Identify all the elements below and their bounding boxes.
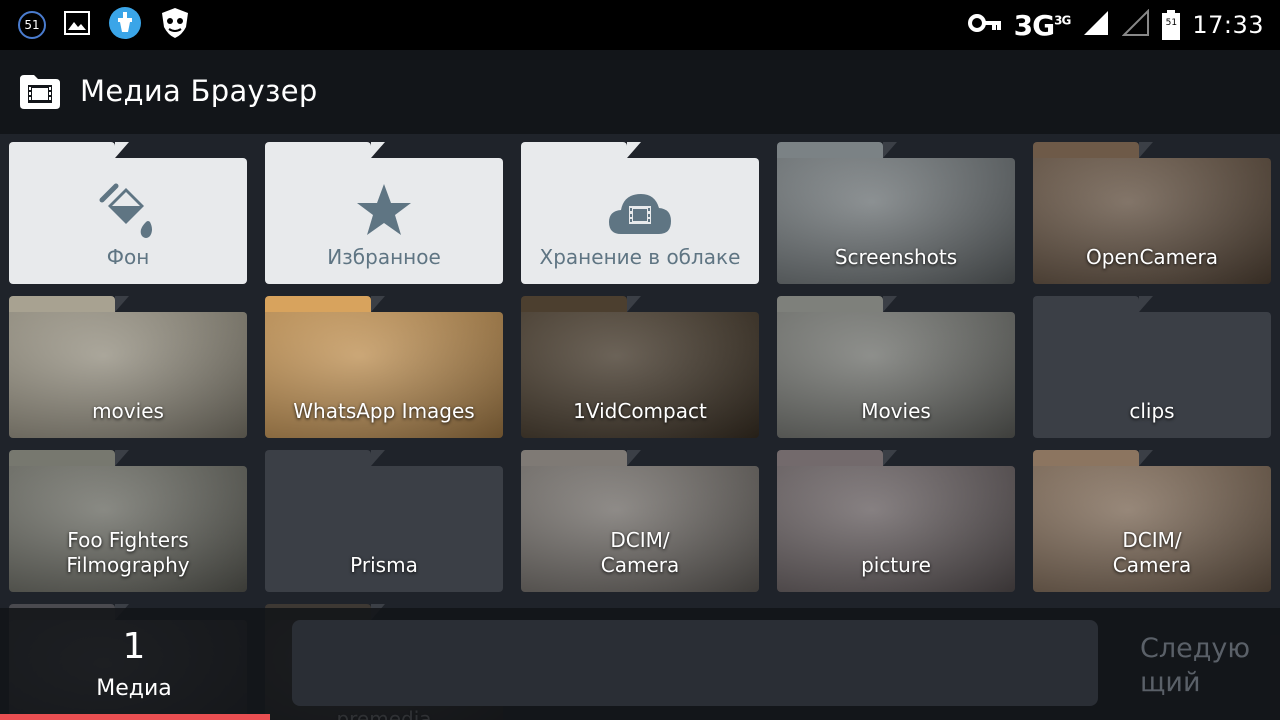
app-title: Медиа Браузер (80, 74, 318, 108)
folder-item[interactable]: DCIM/Camera (1033, 450, 1271, 592)
folder-label: Screenshots (834, 245, 958, 269)
folder-tab (521, 142, 641, 158)
battery-level: 51 (1165, 18, 1178, 28)
folder-tab (777, 142, 897, 158)
app-bar: Медиа Браузер (0, 50, 1280, 134)
folder-item[interactable]: picture (777, 450, 1015, 592)
page-number: 1 (122, 626, 146, 667)
folder-body: Screenshots (777, 158, 1015, 284)
signal-full-icon (1082, 9, 1110, 41)
folder-tab (1033, 450, 1153, 466)
folder-body: picture (777, 466, 1015, 592)
cleaner-icon (108, 6, 142, 44)
folder-item[interactable]: Избранное (265, 142, 503, 284)
folder-tab (521, 296, 641, 312)
status-bar: 51 3G3G 51 17:33 (0, 0, 1280, 50)
folder-tab (1033, 142, 1153, 158)
notification-count-badge: 51 (18, 11, 46, 39)
folder-label: movies (92, 399, 164, 423)
paint-bucket-icon (98, 182, 158, 248)
star-icon (355, 182, 413, 242)
folder-label: Movies (861, 399, 931, 423)
network-label: 3G (1013, 8, 1055, 42)
next-button-line: щий (1140, 667, 1201, 698)
folder-label: Избранное (327, 245, 441, 269)
folder-label: 1VidCompact (573, 399, 707, 423)
folder-body: Movies (777, 312, 1015, 438)
folder-body: DCIM/Camera (521, 466, 759, 592)
status-bar-notifications: 51 (18, 6, 190, 44)
folder-item[interactable]: 1VidCompact (521, 296, 759, 438)
folder-body: WhatsApp Images (265, 312, 503, 438)
folder-tab (777, 296, 897, 312)
folder-body: OpenCamera (1033, 158, 1271, 284)
folder-label: OpenCamera (1086, 245, 1218, 269)
folder-label: DCIM/Camera (600, 528, 680, 577)
battery-icon: 51 (1162, 10, 1181, 40)
folder-tab (265, 142, 385, 158)
folder-item[interactable]: OpenCamera (1033, 142, 1271, 284)
folder-label: WhatsApp Images (293, 399, 475, 423)
folder-item[interactable]: Movies (777, 296, 1015, 438)
gallery-icon (64, 11, 90, 39)
folder-body: DCIM/Camera (1033, 466, 1271, 592)
folder-tab (521, 450, 641, 466)
folder-item[interactable]: movies (9, 296, 247, 438)
folder-tab (9, 450, 129, 466)
cloud-film-icon (607, 190, 673, 240)
folder-label: picture (861, 553, 931, 577)
network-sup-label: 3G (1054, 13, 1071, 28)
folder-tab (265, 450, 385, 466)
folder-label: clips (1129, 399, 1175, 423)
folder-body: clips (1033, 312, 1271, 438)
folder-body: 1VidCompact (521, 312, 759, 438)
folder-body: Избранное (265, 158, 503, 284)
folder-body: Prisma (265, 466, 503, 592)
next-button[interactable]: Следую щий (1140, 632, 1260, 700)
folder-item[interactable]: Screenshots (777, 142, 1015, 284)
status-bar-system: 3G3G 51 17:33 (967, 6, 1264, 44)
page-indicator-bar (0, 714, 270, 720)
folder-item[interactable]: DCIM/Camera (521, 450, 759, 592)
folder-tab (777, 450, 897, 466)
page-label[interactable]: Медиа (0, 676, 268, 701)
folder-body: Foo Fighters Filmography (9, 466, 247, 592)
folder-film-icon (20, 75, 60, 109)
folder-tab (9, 296, 129, 312)
folder-body: Фон (9, 158, 247, 284)
next-button-line: Следую (1140, 633, 1251, 664)
folder-body: movies (9, 312, 247, 438)
folder-label: Фон (106, 245, 150, 269)
folder-item[interactable]: Prisma (265, 450, 503, 592)
folder-label: Foo Fighters Filmography (66, 528, 190, 577)
folder-item[interactable]: Хранение в облаке (521, 142, 759, 284)
folder-item[interactable]: WhatsApp Images (265, 296, 503, 438)
folder-tab (1033, 296, 1153, 312)
folder-tab (9, 142, 129, 158)
bottom-panel: 1 Медиа Следую щий (0, 608, 1280, 720)
folder-label: Prisma (350, 553, 418, 577)
folder-item[interactable]: clips (1033, 296, 1271, 438)
vpn-key-icon (967, 13, 1002, 37)
clock: 17:33 (1192, 11, 1264, 39)
folder-body: Хранение в облаке (521, 158, 759, 284)
shield-app-icon (160, 7, 190, 43)
network-type: 3G3G (1013, 8, 1072, 42)
folder-tab (265, 296, 385, 312)
folder-label: Хранение в облаке (539, 245, 741, 269)
signal-empty-icon (1121, 8, 1150, 41)
folder-label: DCIM/Camera (1112, 528, 1192, 577)
folder-item[interactable]: Foo Fighters Filmography (9, 450, 247, 592)
folder-item[interactable]: Фон (9, 142, 247, 284)
page-scrubber[interactable] (292, 620, 1098, 706)
